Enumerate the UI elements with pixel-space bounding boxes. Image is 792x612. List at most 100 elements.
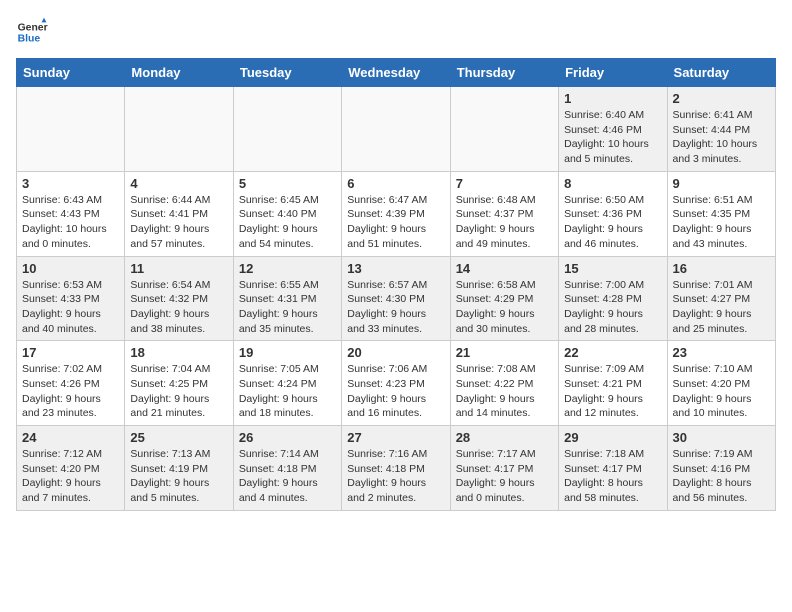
day-info: Sunrise: 7:02 AM Sunset: 4:26 PM Dayligh… <box>22 362 119 421</box>
calendar-cell: 29Sunrise: 7:18 AM Sunset: 4:17 PM Dayli… <box>559 426 667 511</box>
calendar-week-row: 24 Sunrise: 7:12 AM Sunset: 4:20 PM Dayli… <box>17 426 776 511</box>
day-number: 27 <box>347 430 444 445</box>
day-info: Sunrise: 7:05 AM Sunset: 4:24 PM Dayligh… <box>239 362 336 421</box>
column-header-monday: Monday <box>125 59 233 87</box>
day-info: Sunrise: 7:13 AM Sunset: 4:19 PM Dayligh… <box>130 447 227 506</box>
day-info: Sunrise: 7:00 AM Sunset: 4:28 PM Dayligh… <box>564 278 661 337</box>
day-info: Sunrise: 6:44 AM Sunset: 4:41 PM Dayligh… <box>130 193 227 252</box>
svg-text:General: General <box>18 22 48 33</box>
day-number: 2 <box>673 91 770 106</box>
day-number: 25 <box>130 430 227 445</box>
calendar-cell <box>17 87 125 172</box>
calendar-cell: 5Sunrise: 6:45 AM Sunset: 4:40 PM Daylig… <box>233 171 341 256</box>
day-number: 6 <box>347 176 444 191</box>
calendar-week-row: 3 Sunrise: 6:43 AM Sunset: 4:43 PM Daylig… <box>17 171 776 256</box>
day-number: 15 <box>564 261 661 276</box>
day-number: 13 <box>347 261 444 276</box>
day-number: 7 <box>456 176 553 191</box>
day-number: 26 <box>239 430 336 445</box>
calendar-cell: 7 Sunrise: 6:48 AM Sunset: 4:37 PM Daylig… <box>450 171 558 256</box>
calendar-cell: 20Sunrise: 7:06 AM Sunset: 4:23 PM Dayli… <box>342 341 450 426</box>
calendar-cell: 25 Sunrise: 7:13 AM Sunset: 4:19 PM Dayli… <box>125 426 233 511</box>
calendar-cell: 15 Sunrise: 7:00 AM Sunset: 4:28 PM Dayli… <box>559 256 667 341</box>
day-number: 24 <box>22 430 119 445</box>
day-number: 4 <box>130 176 227 191</box>
logo: General Blue <box>16 16 52 48</box>
day-info: Sunrise: 7:01 AM Sunset: 4:27 PM Dayligh… <box>673 278 770 337</box>
calendar-cell <box>233 87 341 172</box>
day-info: Sunrise: 7:10 AM Sunset: 4:20 PM Dayligh… <box>673 362 770 421</box>
day-number: 22 <box>564 345 661 360</box>
calendar-cell: 12 Sunrise: 6:55 AM Sunset: 4:31 PM Dayli… <box>233 256 341 341</box>
day-info: Sunrise: 6:54 AM Sunset: 4:32 PM Dayligh… <box>130 278 227 337</box>
day-number: 28 <box>456 430 553 445</box>
day-number: 23 <box>673 345 770 360</box>
day-info: Sunrise: 6:40 AM Sunset: 4:46 PM Dayligh… <box>564 108 661 167</box>
day-number: 18 <box>130 345 227 360</box>
calendar-cell: 28Sunrise: 7:17 AM Sunset: 4:17 PM Dayli… <box>450 426 558 511</box>
calendar-cell: 8Sunrise: 6:50 AM Sunset: 4:36 PM Daylig… <box>559 171 667 256</box>
svg-text:Blue: Blue <box>18 34 41 45</box>
calendar-cell: 11 Sunrise: 6:54 AM Sunset: 4:32 PM Dayli… <box>125 256 233 341</box>
day-number: 10 <box>22 261 119 276</box>
calendar-cell <box>342 87 450 172</box>
calendar-cell: 17 Sunrise: 7:02 AM Sunset: 4:26 PM Dayli… <box>17 341 125 426</box>
day-info: Sunrise: 7:16 AM Sunset: 4:18 PM Dayligh… <box>347 447 444 506</box>
logo-icon: General Blue <box>16 16 48 48</box>
calendar-cell: 3 Sunrise: 6:43 AM Sunset: 4:43 PM Daylig… <box>17 171 125 256</box>
day-info: Sunrise: 7:14 AM Sunset: 4:18 PM Dayligh… <box>239 447 336 506</box>
day-number: 14 <box>456 261 553 276</box>
calendar-cell: 6Sunrise: 6:47 AM Sunset: 4:39 PM Daylig… <box>342 171 450 256</box>
calendar-week-row: 17 Sunrise: 7:02 AM Sunset: 4:26 PM Dayli… <box>17 341 776 426</box>
day-info: Sunrise: 6:57 AM Sunset: 4:30 PM Dayligh… <box>347 278 444 337</box>
calendar-cell: 22 Sunrise: 7:09 AM Sunset: 4:21 PM Dayli… <box>559 341 667 426</box>
calendar-header-row: SundayMondayTuesdayWednesdayThursdayFrid… <box>17 59 776 87</box>
day-info: Sunrise: 6:43 AM Sunset: 4:43 PM Dayligh… <box>22 193 119 252</box>
day-info: Sunrise: 7:09 AM Sunset: 4:21 PM Dayligh… <box>564 362 661 421</box>
calendar-cell <box>450 87 558 172</box>
day-info: Sunrise: 7:18 AM Sunset: 4:17 PM Dayligh… <box>564 447 661 506</box>
day-number: 5 <box>239 176 336 191</box>
day-number: 3 <box>22 176 119 191</box>
column-header-tuesday: Tuesday <box>233 59 341 87</box>
day-number: 20 <box>347 345 444 360</box>
column-header-saturday: Saturday <box>667 59 775 87</box>
day-info: Sunrise: 6:58 AM Sunset: 4:29 PM Dayligh… <box>456 278 553 337</box>
calendar-cell: 21 Sunrise: 7:08 AM Sunset: 4:22 PM Dayli… <box>450 341 558 426</box>
day-info: Sunrise: 6:48 AM Sunset: 4:37 PM Dayligh… <box>456 193 553 252</box>
calendar-cell: 18Sunrise: 7:04 AM Sunset: 4:25 PM Dayli… <box>125 341 233 426</box>
calendar-week-row: 1 Sunrise: 6:40 AM Sunset: 4:46 PM Daylig… <box>17 87 776 172</box>
day-number: 12 <box>239 261 336 276</box>
day-info: Sunrise: 7:12 AM Sunset: 4:20 PM Dayligh… <box>22 447 119 506</box>
day-info: Sunrise: 7:08 AM Sunset: 4:22 PM Dayligh… <box>456 362 553 421</box>
calendar-cell: 27 Sunrise: 7:16 AM Sunset: 4:18 PM Dayli… <box>342 426 450 511</box>
calendar-cell <box>125 87 233 172</box>
calendar-cell: 19 Sunrise: 7:05 AM Sunset: 4:24 PM Dayli… <box>233 341 341 426</box>
calendar-cell: 4 Sunrise: 6:44 AM Sunset: 4:41 PM Daylig… <box>125 171 233 256</box>
day-number: 17 <box>22 345 119 360</box>
column-header-thursday: Thursday <box>450 59 558 87</box>
day-number: 21 <box>456 345 553 360</box>
day-info: Sunrise: 6:55 AM Sunset: 4:31 PM Dayligh… <box>239 278 336 337</box>
calendar-table: SundayMondayTuesdayWednesdayThursdayFrid… <box>16 58 776 511</box>
day-number: 19 <box>239 345 336 360</box>
day-info: Sunrise: 6:51 AM Sunset: 4:35 PM Dayligh… <box>673 193 770 252</box>
day-info: Sunrise: 6:41 AM Sunset: 4:44 PM Dayligh… <box>673 108 770 167</box>
calendar-cell: 26 Sunrise: 7:14 AM Sunset: 4:18 PM Dayli… <box>233 426 341 511</box>
calendar-cell: 2 Sunrise: 6:41 AM Sunset: 4:44 PM Daylig… <box>667 87 775 172</box>
column-header-friday: Friday <box>559 59 667 87</box>
day-number: 11 <box>130 261 227 276</box>
day-number: 8 <box>564 176 661 191</box>
calendar-week-row: 10 Sunrise: 6:53 AM Sunset: 4:33 PM Dayli… <box>17 256 776 341</box>
calendar-cell: 24 Sunrise: 7:12 AM Sunset: 4:20 PM Dayli… <box>17 426 125 511</box>
day-number: 9 <box>673 176 770 191</box>
column-header-wednesday: Wednesday <box>342 59 450 87</box>
day-number: 16 <box>673 261 770 276</box>
calendar-cell: 9 Sunrise: 6:51 AM Sunset: 4:35 PM Daylig… <box>667 171 775 256</box>
calendar-cell: 16 Sunrise: 7:01 AM Sunset: 4:27 PM Dayli… <box>667 256 775 341</box>
day-info: Sunrise: 7:19 AM Sunset: 4:16 PM Dayligh… <box>673 447 770 506</box>
page-header: General Blue <box>16 16 776 48</box>
day-info: Sunrise: 6:53 AM Sunset: 4:33 PM Dayligh… <box>22 278 119 337</box>
day-number: 1 <box>564 91 661 106</box>
calendar-cell: 13 Sunrise: 6:57 AM Sunset: 4:30 PM Dayli… <box>342 256 450 341</box>
